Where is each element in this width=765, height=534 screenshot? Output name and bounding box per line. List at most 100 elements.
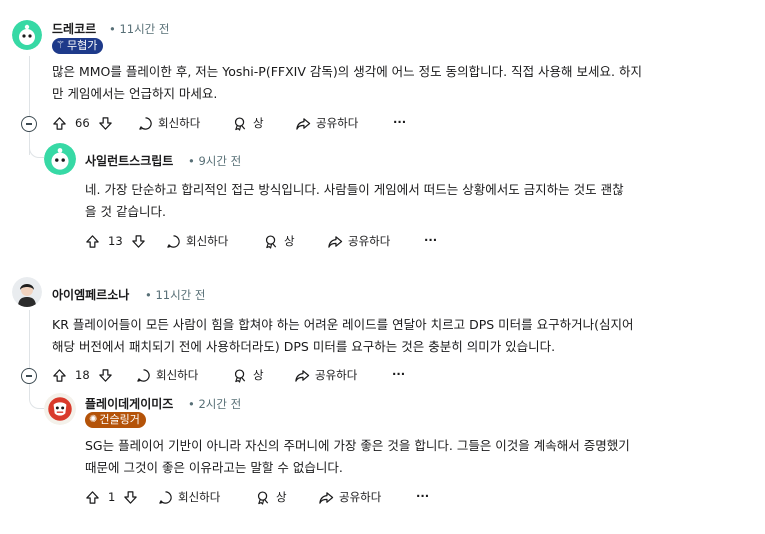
award-label: 상: [284, 234, 295, 248]
avatar[interactable]: [44, 143, 76, 175]
avatar[interactable]: [12, 20, 42, 50]
share-arrow-icon: [318, 490, 334, 505]
comment-bubble-icon: [136, 368, 151, 383]
thread-line: [29, 56, 30, 116]
more-icon: ···: [392, 367, 406, 381]
comment-bubble-icon: [166, 234, 181, 249]
downvote-arrow-icon[interactable]: [123, 490, 138, 505]
action-bar: 18: [52, 364, 113, 386]
user-flair: ⚚ 무협가: [52, 38, 104, 54]
vote-count: 18: [75, 368, 90, 382]
action-bar: 1: [85, 486, 138, 508]
share-label: 공유하다: [339, 490, 382, 504]
share-button[interactable]: 공유하다: [318, 486, 381, 508]
avatar[interactable]: [12, 277, 42, 307]
downvote-arrow-icon[interactable]: [98, 368, 113, 383]
reply-button[interactable]: 회신하다: [138, 112, 200, 134]
award-button[interactable]: 상: [264, 230, 295, 252]
vote-count: 1: [108, 490, 116, 504]
award-button[interactable]: 상: [233, 112, 264, 134]
comment-body: SG는 플레이어 기반이 아니라 자신의 주머니에 가장 좋은 것을 합니다. …: [85, 435, 755, 479]
avatar[interactable]: [44, 393, 76, 425]
collapse-button[interactable]: [21, 368, 37, 384]
comment-time[interactable]: • 9시간 전: [188, 153, 241, 169]
comment-body-line: 만 게임에서는 언급하지 마세요.: [52, 86, 218, 101]
award-icon: [233, 368, 248, 383]
vote-count: 66: [75, 116, 90, 130]
comment-bubble-icon: [138, 116, 153, 131]
share-label: 공유하다: [348, 234, 391, 248]
comment-time[interactable]: • 11시간 전: [109, 21, 169, 37]
comment-body-line: 네. 가장 단순하고 합리적인 접근 방식입니다. 사람들이 게임에서 떠드는 …: [85, 182, 624, 197]
share-arrow-icon: [327, 234, 343, 249]
share-button[interactable]: 공유하다: [327, 230, 390, 252]
more-options-button[interactable]: ···: [416, 485, 429, 507]
more-icon: ···: [416, 489, 430, 503]
share-arrow-icon: [294, 368, 310, 383]
downvote-arrow-icon[interactable]: [131, 234, 146, 249]
flair-icon: ✺: [89, 414, 98, 425]
share-arrow-icon: [295, 116, 311, 131]
share-button[interactable]: 공유하다: [294, 364, 357, 386]
comment-time[interactable]: • 11시간 전: [145, 287, 205, 303]
more-options-button[interactable]: ···: [392, 363, 405, 385]
time-text: 9시간 전: [198, 154, 242, 168]
thread-line: [29, 310, 30, 368]
more-options-button[interactable]: ···: [393, 111, 406, 133]
comment-body-line: KR 플레이어들이 모든 사람이 힘을 합쳐야 하는 어려운 레이드를 연달아 …: [52, 317, 634, 332]
share-label: 공유하다: [316, 116, 359, 130]
comment-body-line: 해당 버전에서 패치되기 전에 사용하더라도) DPS 미터를 요구하는 것은 …: [52, 339, 556, 354]
award-label: 상: [253, 368, 264, 382]
more-icon: ···: [424, 233, 438, 247]
comment-author[interactable]: 드레코르: [52, 20, 96, 37]
award-button[interactable]: 상: [233, 364, 264, 386]
time-text: 11시간 전: [119, 22, 170, 36]
comment-body-line: 때문에 그것이 좋은 이유라고는 말할 수 없습니다.: [85, 460, 343, 475]
comment-bubble-icon: [158, 490, 173, 505]
award-icon: [264, 234, 279, 249]
user-flair: ✺ 건슬링거: [85, 412, 146, 428]
comment-body: KR 플레이어들이 모든 사람이 힘을 합쳐야 하는 어려운 레이드를 연달아 …: [52, 314, 757, 358]
award-icon: [256, 490, 271, 505]
thread-branch: [29, 388, 44, 409]
share-button[interactable]: 공유하다: [295, 112, 358, 134]
comment-body-line: SG는 플레이어 기반이 아니라 자신의 주머니에 가장 좋은 것을 합니다. …: [85, 438, 630, 453]
upvote-arrow-icon[interactable]: [52, 368, 67, 383]
action-bar: 13: [85, 230, 146, 252]
reply-button[interactable]: 회신하다: [158, 486, 220, 508]
flair-text: 건슬링거: [99, 413, 140, 426]
comment-body: 많은 MMO를 플레이한 후, 저는 Yoshi-P(FFXIV 감독)의 생각…: [52, 61, 752, 105]
thread-branch: [29, 139, 44, 158]
award-label: 상: [253, 116, 264, 130]
comment-author[interactable]: 아이엠페르소나: [52, 286, 129, 303]
more-options-button[interactable]: ···: [424, 229, 437, 251]
award-label: 상: [276, 490, 287, 504]
reply-button[interactable]: 회신하다: [136, 364, 198, 386]
flair-text: 무협가: [66, 39, 98, 52]
comment-body-line: 을 것 같습니다.: [85, 204, 166, 219]
upvote-arrow-icon[interactable]: [52, 116, 67, 131]
vote-count: 13: [108, 234, 123, 248]
reply-label: 회신하다: [186, 234, 229, 248]
action-bar: 66: [52, 112, 113, 134]
flair-icon: ⚚: [56, 40, 65, 51]
reply-label: 회신하다: [178, 490, 221, 504]
time-text: 11시간 전: [155, 288, 206, 302]
comment-body: 네. 가장 단순하고 합리적인 접근 방식입니다. 사람들이 게임에서 떠드는 …: [85, 179, 755, 223]
comment-body-line: 많은 MMO를 플레이한 후, 저는 Yoshi-P(FFXIV 감독)의 생각…: [52, 64, 642, 79]
upvote-arrow-icon[interactable]: [85, 234, 100, 249]
reply-button[interactable]: 회신하다: [166, 230, 228, 252]
award-button[interactable]: 상: [256, 486, 287, 508]
upvote-arrow-icon[interactable]: [85, 490, 100, 505]
award-icon: [233, 116, 248, 131]
more-icon: ···: [393, 115, 407, 129]
collapse-button[interactable]: [21, 116, 37, 132]
comment-author[interactable]: 사일런트스크립트: [85, 152, 173, 169]
reply-label: 회신하다: [156, 368, 199, 382]
time-text: 2시간 전: [198, 397, 242, 411]
comment-time[interactable]: • 2시간 전: [188, 396, 241, 412]
share-label: 공유하다: [315, 368, 358, 382]
downvote-arrow-icon[interactable]: [98, 116, 113, 131]
reply-label: 회신하다: [158, 116, 201, 130]
comment-author[interactable]: 플레이데게이미즈: [85, 395, 173, 412]
